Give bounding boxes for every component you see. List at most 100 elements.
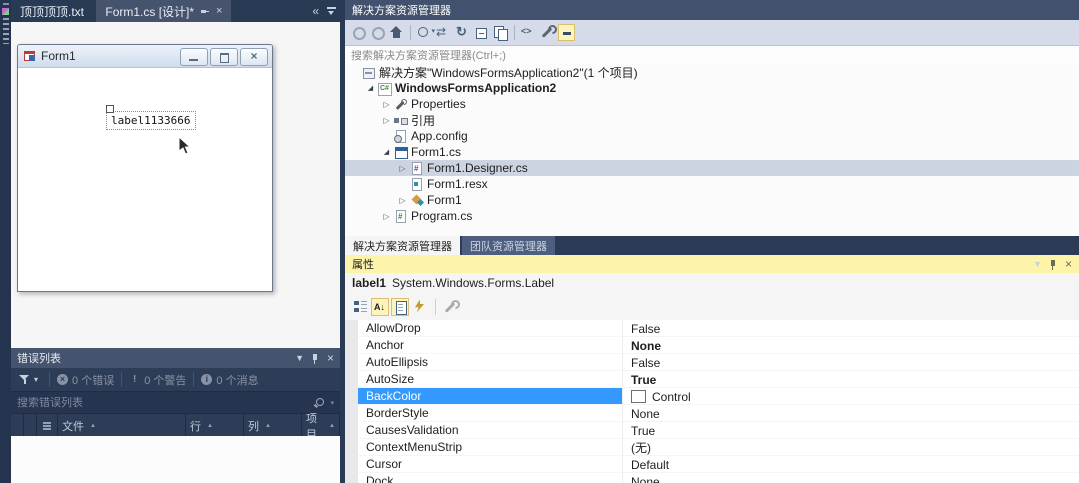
column-header-2[interactable]: 行 ▲ — [186, 414, 244, 437]
chevron-expanded-icon[interactable]: ◢ — [365, 84, 376, 92]
filter-icon[interactable] — [19, 374, 30, 385]
error-list-body[interactable] — [11, 436, 340, 483]
side-vertical-tab-strip[interactable] — [0, 0, 11, 483]
property-row-autosize[interactable]: AutoSize True — [358, 371, 1079, 388]
tree-item-app-config[interactable]: App.config — [345, 128, 1079, 144]
chevron-expanded-icon[interactable]: ◢ — [381, 148, 392, 156]
sync-icon[interactable] — [435, 24, 452, 41]
chevron-collapsed-icon[interactable]: ▷ — [397, 196, 408, 205]
property-name[interactable]: AutoSize — [358, 371, 622, 387]
column-severity[interactable] — [37, 414, 58, 437]
designed-form-window[interactable]: Form1 label1133666 — [17, 44, 273, 292]
property-value[interactable]: Default — [622, 456, 1079, 472]
property-value[interactable]: (无) — [622, 439, 1079, 455]
window-menu-icon[interactable]: ▼ — [1033, 259, 1042, 269]
close-icon[interactable]: × — [327, 352, 334, 364]
property-row-borderstyle[interactable]: BorderStyle None — [358, 405, 1079, 422]
view-code-icon[interactable] — [520, 24, 537, 41]
chevron-collapsed-icon[interactable]: ▷ — [397, 164, 408, 173]
back-icon[interactable] — [350, 24, 367, 41]
property-row-dock[interactable]: Dock None — [358, 473, 1079, 483]
property-row-autoellipsis[interactable]: AutoEllipsis False — [358, 354, 1079, 371]
warnings-count-button[interactable]: 0 个警告 — [129, 372, 186, 388]
close-icon[interactable]: × — [216, 5, 222, 17]
close-button[interactable] — [240, 48, 268, 66]
property-name[interactable]: BackColor — [358, 388, 622, 404]
tree-item-solution[interactable]: 解决方案"WindowsFormsApplication2"(1 个项目) — [345, 64, 1079, 80]
tab-form1-designer[interactable]: Form1.cs [设计]* × — [96, 0, 232, 22]
property-row-contextmenustrip[interactable]: ContextMenuStrip (无) — [358, 439, 1079, 456]
property-name[interactable]: AllowDrop — [358, 320, 622, 336]
label-control[interactable]: label1133666 — [106, 105, 197, 130]
property-value[interactable]: True — [622, 422, 1079, 438]
property-value[interactable]: False — [622, 320, 1079, 336]
maximize-button[interactable] — [210, 48, 238, 66]
errors-count-button[interactable]: 0 个错误 — [57, 372, 114, 388]
solution-search-input[interactable] — [345, 49, 1079, 62]
error-search-input[interactable] — [11, 396, 315, 409]
collapse-all-icon[interactable] — [473, 24, 490, 41]
refresh-icon[interactable] — [454, 24, 471, 41]
property-row-cursor[interactable]: Cursor Default — [358, 456, 1079, 473]
form-client-area[interactable]: label1133666 — [18, 68, 272, 291]
tab-team-explorer[interactable]: 团队资源管理器 — [462, 236, 555, 255]
property-value[interactable]: Control — [622, 388, 1079, 404]
properties-object-selector[interactable]: label1 System.Windows.Forms.Label — [345, 273, 1079, 293]
property-name[interactable]: Cursor — [358, 456, 622, 472]
home-icon[interactable] — [388, 24, 405, 41]
properties-sheet-icon[interactable] — [391, 297, 409, 316]
pin-icon[interactable] — [1049, 259, 1057, 270]
column-header-1[interactable]: 文件 ▲ — [58, 414, 186, 437]
tree-item-form1-resx[interactable]: Form1.resx — [345, 176, 1079, 192]
preview-selected-icon[interactable] — [558, 24, 575, 41]
property-name[interactable]: Anchor — [358, 337, 622, 353]
property-value[interactable]: None — [622, 473, 1079, 483]
alphabetical-icon[interactable] — [371, 297, 389, 316]
chevron-collapsed-icon[interactable]: ▷ — [381, 212, 392, 221]
forward-icon[interactable] — [369, 24, 386, 41]
pin-icon[interactable] — [201, 7, 210, 16]
categorized-icon[interactable] — [351, 298, 369, 316]
property-row-backcolor[interactable]: BackColor Control — [358, 388, 1079, 405]
search-icon[interactable] — [314, 397, 326, 409]
property-name[interactable]: Dock — [358, 473, 622, 483]
filter-dropdown-icon[interactable]: ▾ — [34, 375, 38, 384]
column-header-3[interactable]: 列 ▲ — [244, 414, 302, 437]
messages-count-button[interactable]: 0 个消息 — [201, 372, 259, 388]
property-name[interactable]: AutoEllipsis — [358, 354, 622, 370]
property-name[interactable]: CausesValidation — [358, 422, 622, 438]
solution-explorer-titlebar[interactable]: 解决方案资源管理器 — [345, 0, 1079, 20]
wrench-icon[interactable] — [539, 24, 556, 41]
minimize-button[interactable] — [180, 48, 208, 66]
property-pages-icon[interactable] — [442, 298, 460, 316]
window-menu-icon[interactable]: ▼ — [295, 353, 304, 363]
drag-handle[interactable] — [106, 105, 114, 113]
show-all-files-icon[interactable] — [492, 24, 509, 41]
tab-solution-explorer[interactable]: 解决方案资源管理器 — [345, 236, 460, 255]
events-icon[interactable] — [411, 298, 429, 316]
chevron-collapsed-icon[interactable]: ▷ — [381, 116, 392, 125]
property-row-allowdrop[interactable]: AllowDrop False — [358, 320, 1079, 337]
tree-item-properties[interactable]: ▷ Properties — [345, 96, 1079, 112]
close-icon[interactable]: × — [1065, 258, 1072, 270]
property-value[interactable]: True — [622, 371, 1079, 387]
scope-icon[interactable] — [416, 24, 435, 41]
property-name[interactable]: ContextMenuStrip — [358, 439, 622, 455]
pin-icon[interactable] — [311, 353, 319, 364]
search-dropdown-icon[interactable]: ▾ — [330, 399, 334, 407]
tree-item-references[interactable]: ▷ 引用 — [345, 112, 1079, 128]
tree-item-form1-class[interactable]: ▷ Form1 — [345, 192, 1079, 208]
tree-item-form1-cs[interactable]: ◢ Form1.cs — [345, 144, 1079, 160]
tree-item-program-cs[interactable]: ▷ Program.cs — [345, 208, 1079, 224]
tree-item-project[interactable]: ◢ WindowsFormsApplication2 — [345, 80, 1079, 96]
tree-item-form1-designer-cs[interactable]: ▷ Form1.Designer.cs — [345, 160, 1079, 176]
tab-txt-document[interactable]: 顶顶顶顶.txt — [11, 0, 93, 22]
property-name[interactable]: BorderStyle — [358, 405, 622, 421]
property-value[interactable]: False — [622, 354, 1079, 370]
property-value[interactable]: None — [622, 405, 1079, 421]
error-list-titlebar[interactable]: 错误列表 ▼ × — [11, 348, 340, 368]
column-header-4[interactable]: 项目 ▲ — [302, 413, 340, 441]
document-list-icon[interactable] — [327, 6, 336, 16]
property-row-anchor[interactable]: Anchor None — [358, 337, 1079, 354]
collapse-chevron-icon[interactable]: « — [312, 4, 319, 18]
